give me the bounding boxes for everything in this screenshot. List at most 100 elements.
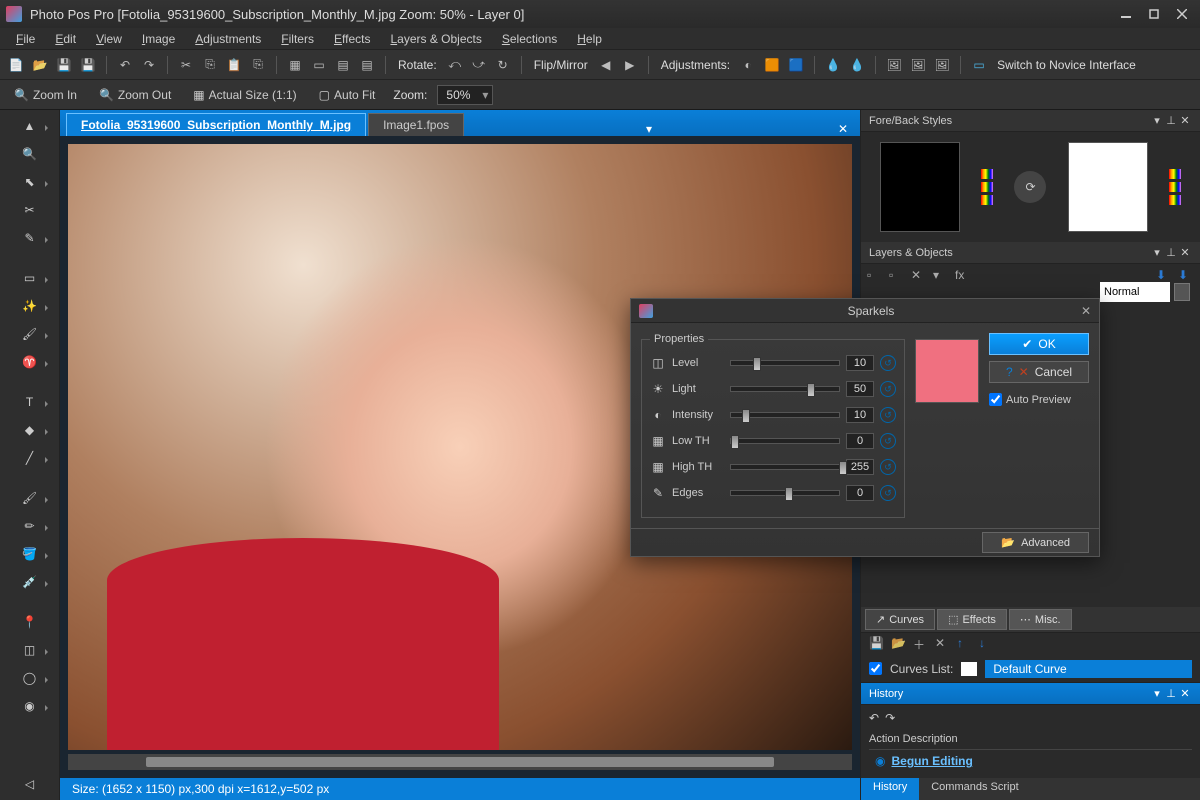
pencil-tool[interactable]: ✏	[16, 516, 44, 536]
panel-pin-icon[interactable]: ⊥	[1164, 246, 1178, 259]
low th-slider[interactable]	[730, 438, 840, 444]
crop-tool[interactable]: ✂	[16, 200, 44, 220]
edges-value[interactable]: 0	[846, 485, 874, 501]
reset-icon[interactable]: ↺	[880, 355, 896, 371]
curve-down-icon[interactable]: ↓	[979, 636, 995, 652]
layer-dup-icon[interactable]: ▫	[889, 268, 905, 284]
reset-icon[interactable]: ↺	[880, 485, 896, 501]
arrow-tool[interactable]: ▲	[16, 116, 44, 136]
palette-icon[interactable]	[1169, 182, 1181, 192]
marquee-tool[interactable]: ▭	[16, 268, 44, 288]
level-value[interactable]: 10	[846, 355, 874, 371]
menu-filters[interactable]: Filters	[271, 30, 324, 48]
eraser-tool[interactable]: ◫	[16, 640, 44, 660]
dialog-close-icon[interactable]: ✕	[1081, 304, 1091, 318]
curve-name[interactable]: Default Curve	[985, 660, 1192, 678]
panel-menu-icon[interactable]: ▾	[1150, 687, 1164, 700]
layer-del-icon[interactable]: ✕	[911, 268, 927, 284]
stamp-tool[interactable]: 📍	[16, 612, 44, 632]
swap-colors-icon[interactable]: ⟳	[1014, 171, 1046, 203]
tab-active[interactable]: Fotolia_95319600_Subscription_Monthly_M.…	[66, 113, 366, 136]
new-icon[interactable]: 📄	[6, 55, 26, 75]
clone-tool[interactable]: ♈	[16, 352, 44, 372]
maximize-button[interactable]	[1142, 4, 1166, 24]
high th-value[interactable]: 255	[846, 459, 874, 475]
crop-icon[interactable]: ▦	[285, 55, 305, 75]
curve-new-icon[interactable]: ＋	[913, 636, 929, 652]
select-tool[interactable]: ⬉	[16, 172, 44, 192]
reset-icon[interactable]: ↺	[880, 459, 896, 475]
tab-history[interactable]: History	[861, 778, 919, 800]
actual-size-button[interactable]: ▦Actual Size (1:1)	[185, 86, 304, 104]
cut-icon[interactable]: ✂	[176, 55, 196, 75]
drop2-icon[interactable]: 💧	[847, 55, 867, 75]
rotate-free-icon[interactable]: ↻	[493, 55, 513, 75]
rotate-right-icon[interactable]: ⤻	[469, 55, 489, 75]
tab-effects[interactable]: ⬚Effects	[937, 609, 1007, 630]
curves-list-checkbox[interactable]	[869, 662, 882, 675]
tab-misc[interactable]: ⋯Misc.	[1009, 609, 1072, 630]
paint-tool[interactable]: 🖌	[16, 488, 44, 508]
reset-icon[interactable]: ↺	[880, 433, 896, 449]
palette-icon[interactable]	[981, 182, 993, 192]
layer-merge-icon[interactable]: ▾	[933, 268, 949, 284]
adj-bw-icon[interactable]: ◐	[738, 55, 758, 75]
panel-menu-icon[interactable]: ▾	[1150, 246, 1164, 259]
tab-commands[interactable]: Commands Script	[919, 778, 1030, 800]
rotate-left-icon[interactable]: ⤺	[445, 55, 465, 75]
wand-tool[interactable]: ✨	[16, 296, 44, 316]
zoom-out-button[interactable]: 🔍Zoom Out	[91, 86, 179, 104]
intensity-slider[interactable]	[730, 412, 840, 418]
zoom-dropdown[interactable]: 50%	[437, 85, 493, 105]
panel-pin-icon[interactable]: ⊥	[1164, 114, 1178, 127]
paste-icon[interactable]: 📋	[224, 55, 244, 75]
layer-new-icon[interactable]: ▫	[867, 268, 883, 284]
redo-icon[interactable]: ↷	[139, 55, 159, 75]
curve-save-icon[interactable]: 💾	[869, 636, 885, 652]
open-icon[interactable]: 📂	[30, 55, 50, 75]
borders-icon[interactable]: ▤	[333, 55, 353, 75]
fx2-icon[interactable]: 🖼	[908, 55, 928, 75]
drop-icon[interactable]: 💧	[823, 55, 843, 75]
menu-effects[interactable]: Effects	[324, 30, 380, 48]
history-item[interactable]: ◉ Begun Editing	[869, 750, 1192, 772]
light-value[interactable]: 50	[846, 381, 874, 397]
foreground-swatch[interactable]	[880, 142, 960, 232]
panel-close-icon[interactable]: ✕	[1178, 687, 1192, 700]
curve-del-icon[interactable]: ✕	[935, 636, 951, 652]
tab-curves[interactable]: ↗Curves	[865, 609, 935, 630]
low th-value[interactable]: 0	[846, 433, 874, 449]
blur-tool[interactable]: ◯	[16, 668, 44, 688]
fx3-icon[interactable]: 🖼	[932, 55, 952, 75]
edges-slider[interactable]	[730, 490, 840, 496]
intensity-value[interactable]: 10	[846, 407, 874, 423]
auto-preview-check[interactable]: Auto Preview	[989, 393, 1089, 406]
canvas-icon[interactable]: ▤	[357, 55, 377, 75]
path-tool[interactable]: ✎	[16, 228, 44, 248]
panel-close-icon[interactable]: ✕	[1178, 114, 1192, 127]
panel-menu-icon[interactable]: ▾	[1150, 114, 1164, 127]
flip-v-icon[interactable]: ▶	[620, 55, 640, 75]
advanced-button[interactable]: 📂Advanced	[982, 532, 1089, 553]
novice-label[interactable]: Switch to Novice Interface	[997, 58, 1136, 72]
text-tool[interactable]: T	[16, 392, 44, 412]
brush-tool[interactable]: 🖌	[16, 324, 44, 344]
background-swatch[interactable]	[1068, 142, 1148, 232]
palette-icon[interactable]	[1169, 169, 1181, 179]
panel-close-icon[interactable]: ✕	[1178, 246, 1192, 259]
reset-icon[interactable]: ↺	[880, 381, 896, 397]
bucket-tool[interactable]: 🪣	[16, 544, 44, 564]
flip-h-icon[interactable]: ◀	[596, 55, 616, 75]
adj-hue-icon[interactable]: 🟦	[786, 55, 806, 75]
resize-icon[interactable]: ▭	[309, 55, 329, 75]
zoom-in-button[interactable]: 🔍Zoom In	[6, 86, 85, 104]
undo-icon[interactable]: ↶	[115, 55, 135, 75]
saveas-icon[interactable]: 💾	[78, 55, 98, 75]
layer-fx-icon[interactable]: fx	[955, 268, 971, 284]
tab-inactive[interactable]: Image1.fpos	[368, 113, 464, 136]
curve-up-icon[interactable]: ↑	[957, 636, 973, 652]
menu-view[interactable]: View	[86, 30, 132, 48]
ok-button[interactable]: ✔OK	[989, 333, 1089, 355]
minimize-button[interactable]	[1114, 4, 1138, 24]
fx1-icon[interactable]: 🖼	[884, 55, 904, 75]
